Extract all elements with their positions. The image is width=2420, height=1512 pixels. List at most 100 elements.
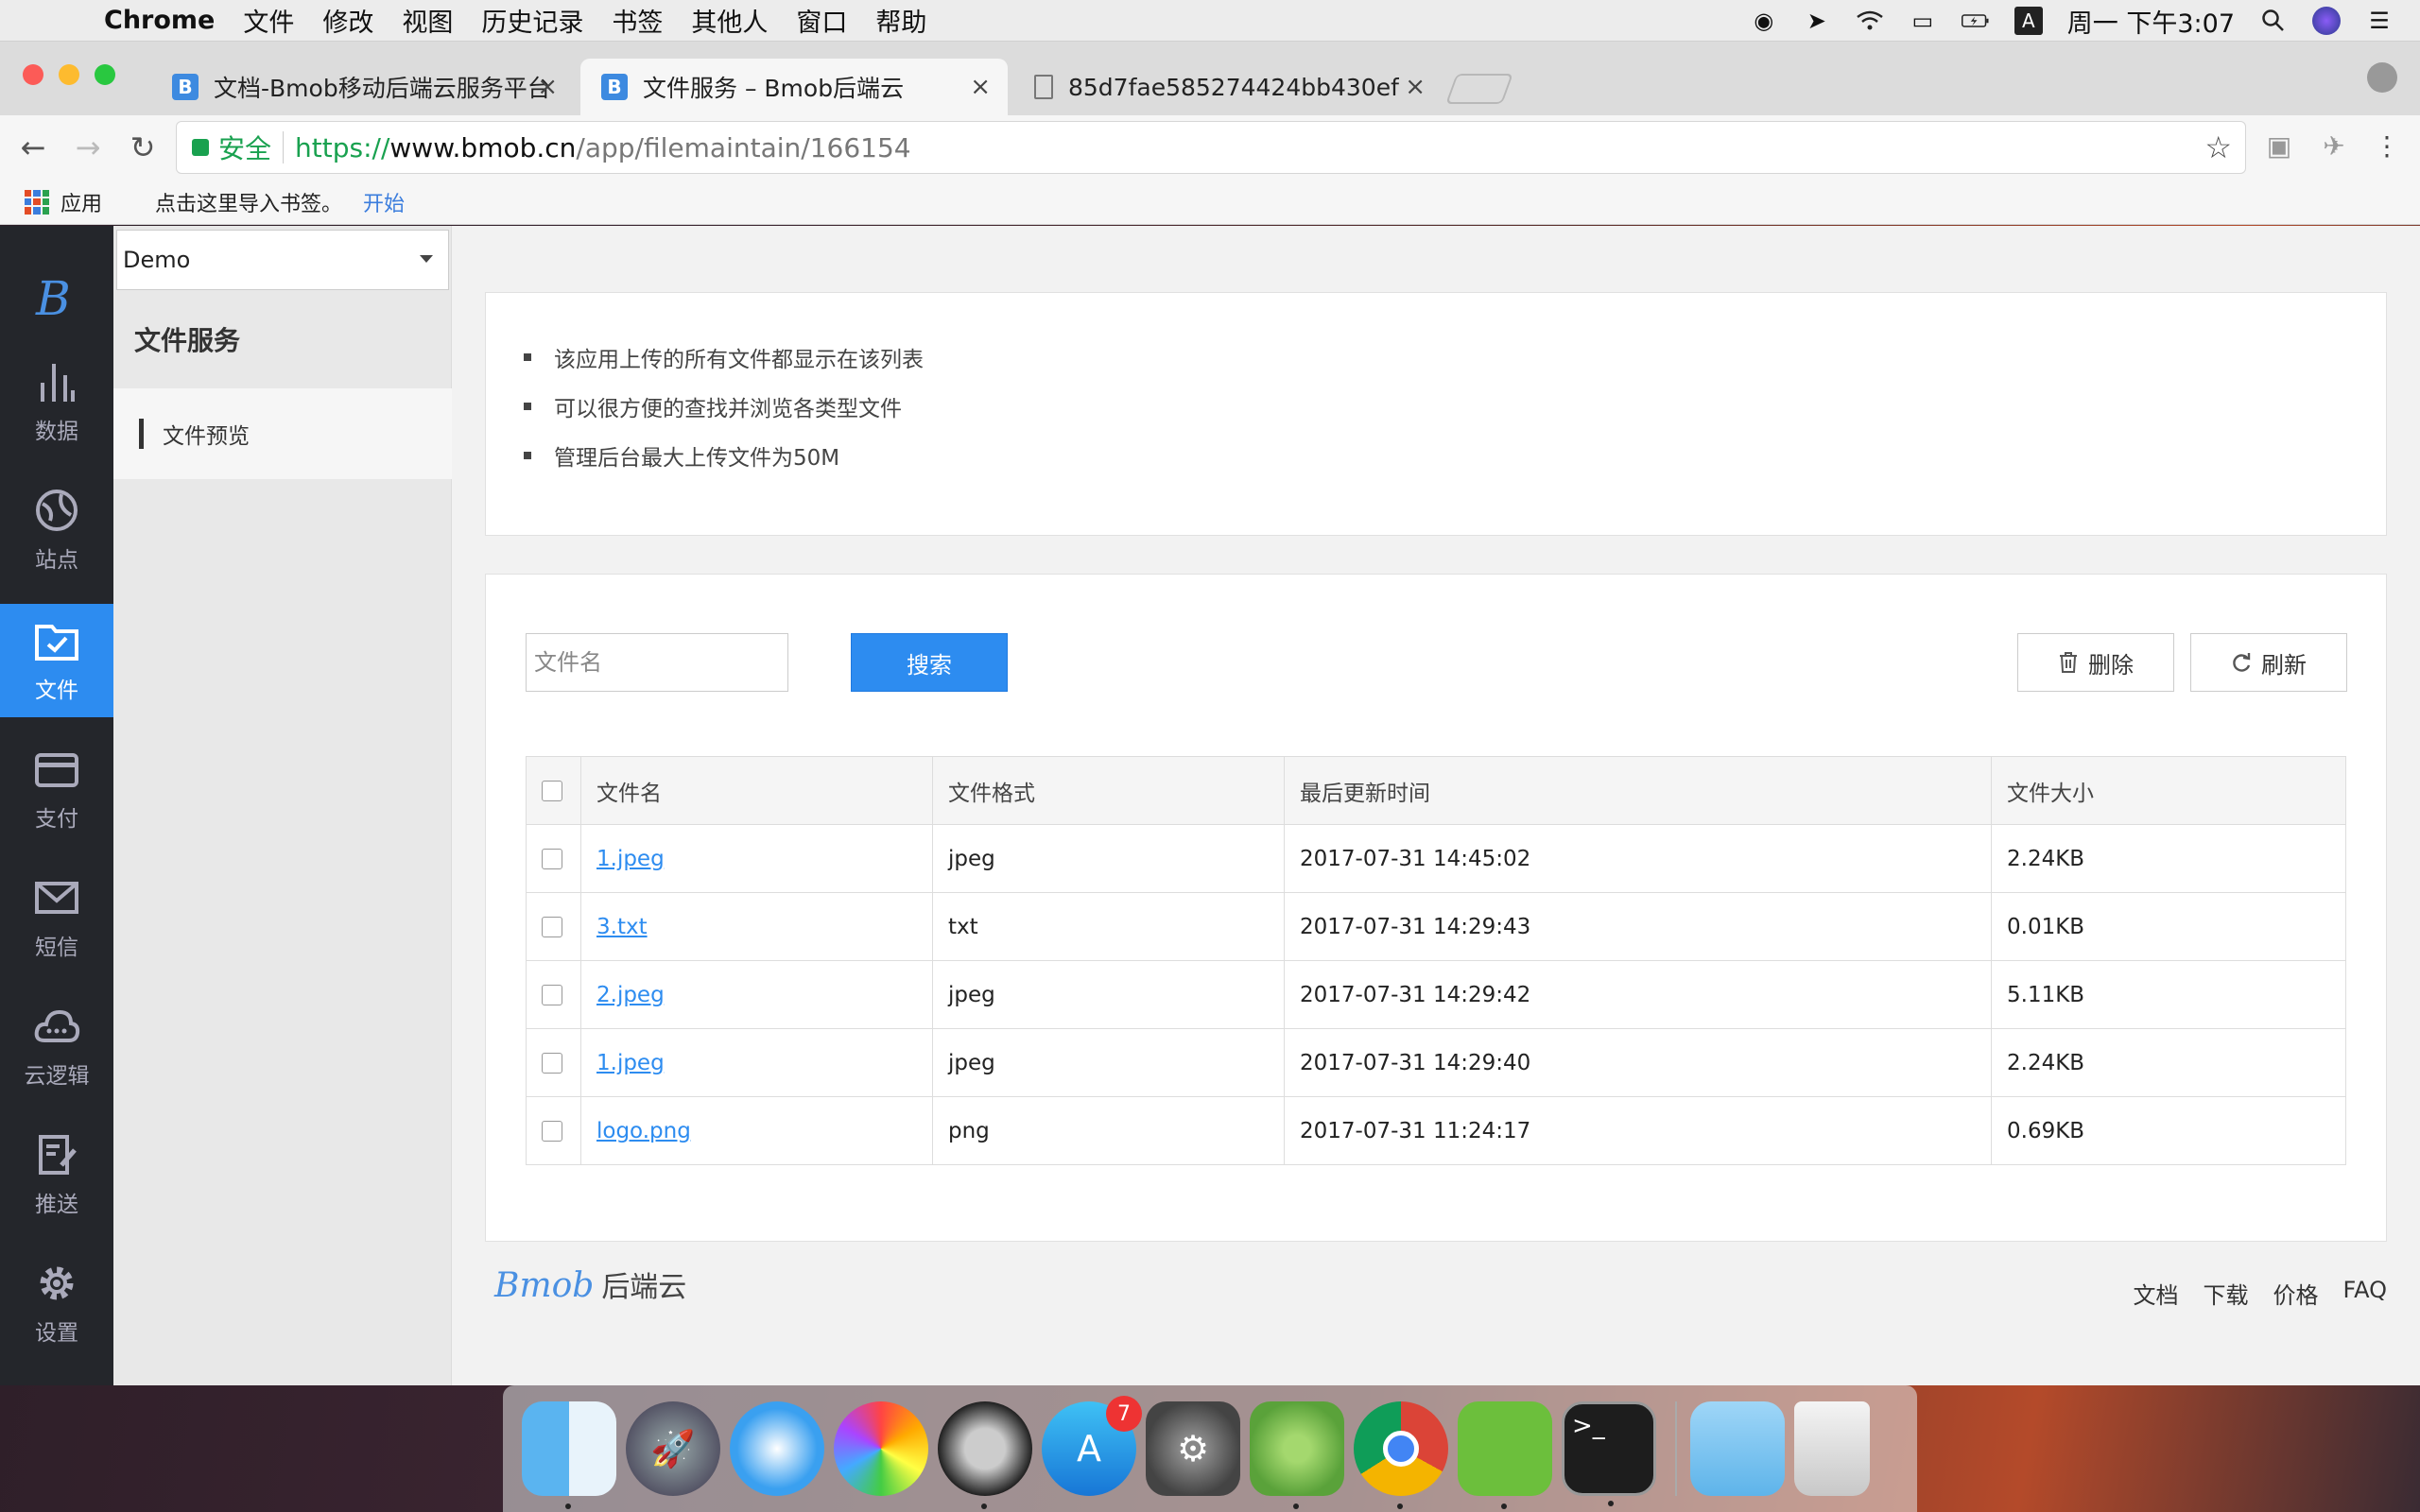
refresh-button-label: 刷新 (2261, 651, 2307, 679)
row-checkbox-cell (526, 1028, 581, 1097)
safari-icon[interactable] (730, 1401, 824, 1496)
quicktime-icon[interactable] (938, 1401, 1032, 1509)
tab-close-icon[interactable]: × (537, 73, 558, 101)
chrome-icon[interactable] (1354, 1401, 1448, 1509)
menu-window[interactable]: 窗口 (796, 2, 847, 39)
footer-brand-logo[interactable]: Bmob 后端云 (494, 1263, 686, 1305)
column-header-filename[interactable]: 文件名 (580, 756, 933, 825)
row-checkbox[interactable] (542, 916, 562, 937)
sidebar-item-sms[interactable]: 短信 (0, 861, 113, 974)
address-bar[interactable]: 安全 https:// www.bmob.cn /app/filemaintai… (176, 121, 2246, 174)
launchpad-icon[interactable]: 🚀 (626, 1401, 720, 1496)
push-edit-icon (39, 1135, 77, 1175)
column-header-updated[interactable]: 最后更新时间 (1284, 756, 1992, 825)
row-checkbox[interactable] (542, 1052, 562, 1074)
zoom-window-button[interactable] (95, 64, 115, 85)
tab-bmob-docs[interactable]: B 文档-Bmob移动后端云服务平台 × (151, 59, 575, 115)
row-checkbox[interactable] (542, 1120, 562, 1142)
file-link[interactable]: logo.png (596, 1119, 691, 1143)
spotlight-search-icon[interactable] (2259, 7, 2288, 35)
terminal-icon[interactable]: >_ (1562, 1401, 1656, 1506)
select-all-checkbox[interactable] (542, 780, 562, 801)
footer-link-pricing[interactable]: 价格 (2273, 1277, 2319, 1310)
back-arrow-icon[interactable]: ← (6, 129, 60, 165)
input-source-indicator[interactable]: A (2014, 7, 2043, 35)
footer-link-faq[interactable]: FAQ (2343, 1277, 2388, 1310)
search-button[interactable]: 搜索 (851, 633, 1008, 692)
siri-icon[interactable] (2312, 7, 2341, 35)
row-checkbox[interactable] (542, 984, 562, 1005)
format-cell: txt (932, 892, 1285, 961)
close-window-button[interactable] (23, 64, 43, 85)
menu-view[interactable]: 视图 (402, 2, 453, 39)
notification-center-icon[interactable]: ☰ (2365, 7, 2394, 35)
refresh-button[interactable]: 刷新 (2190, 633, 2347, 692)
bookmark-start-link[interactable]: 开始 (363, 187, 405, 217)
sidebar-item-cloud-logic[interactable]: 云逻辑 (0, 989, 113, 1103)
android-extension-icon[interactable]: ▣ (2263, 130, 2295, 163)
filename-search-input[interactable] (526, 633, 788, 692)
running-indicator (1608, 1501, 1614, 1506)
tab-close-icon[interactable]: × (970, 73, 991, 101)
reload-icon[interactable]: ↻ (115, 129, 170, 165)
menu-file[interactable]: 文件 (243, 2, 294, 39)
system-preferences-icon[interactable]: ⚙ (1146, 1401, 1240, 1496)
menu-help[interactable]: 帮助 (875, 2, 926, 39)
menubar-clock[interactable]: 周一 下午3:07 (2067, 3, 2235, 40)
menu-people[interactable]: 其他人 (691, 2, 768, 39)
wifi-icon[interactable] (1856, 7, 1884, 35)
footer-link-download[interactable]: 下载 (2204, 1277, 2249, 1310)
bookmark-star-icon[interactable]: ☆ (2204, 129, 2232, 165)
delete-button[interactable]: 删除 (2017, 633, 2174, 692)
android-studio-icon[interactable] (1250, 1401, 1344, 1509)
forward-arrow-icon[interactable]: → (60, 129, 115, 165)
sidebar-item-data[interactable]: 数据 (0, 345, 113, 458)
menu-bookmarks[interactable]: 书签 (612, 2, 663, 39)
menu-edit[interactable]: 修改 (322, 2, 373, 39)
tab-file-service[interactable]: B 文件服务 – Bmob后端云 × (580, 59, 1008, 115)
footer-link-docs[interactable]: 文档 (2134, 1277, 2179, 1310)
record-icon[interactable]: ◉ (1750, 7, 1778, 35)
trash-icon[interactable] (1794, 1401, 1870, 1496)
genymotion-icon[interactable] (1458, 1401, 1552, 1509)
send-icon[interactable]: ➤ (1803, 7, 1831, 35)
airplay-icon[interactable]: ▭ (1909, 7, 1937, 35)
bookmark-apps[interactable]: 应用 (60, 187, 102, 217)
chrome-menu-icon[interactable]: ⋮ (2371, 130, 2403, 163)
file-link[interactable]: 3.txt (596, 915, 648, 939)
menu-history[interactable]: 历史记录 (481, 2, 583, 39)
tab-file-hash[interactable]: 85d7fae585274424bb430efc × (1013, 59, 1443, 115)
file-link[interactable]: 1.jpeg (596, 847, 665, 871)
row-checkbox[interactable] (542, 848, 562, 869)
minimize-window-button[interactable] (59, 64, 79, 85)
app-store-icon[interactable]: A7 (1042, 1396, 1142, 1496)
finder-icon[interactable] (522, 1401, 616, 1509)
subnav-item-file-preview[interactable]: 文件预览 (113, 388, 452, 479)
new-tab-button[interactable] (1445, 74, 1513, 104)
file-link[interactable]: 2.jpeg (596, 983, 665, 1007)
sidebar-item-push[interactable]: 推送 (0, 1118, 113, 1231)
photos-icon[interactable] (834, 1401, 928, 1496)
column-header-format[interactable]: 文件格式 (932, 756, 1285, 825)
file-link[interactable]: 1.jpeg (596, 1051, 665, 1075)
app-selector[interactable]: Demo (116, 230, 449, 290)
sidebar-item-payment[interactable]: 支付 (0, 732, 113, 846)
sidebar-item-file[interactable]: 文件 (0, 604, 113, 717)
column-header-size[interactable]: 文件大小 (1991, 756, 2346, 825)
main-sidebar: B 数据 站点 文件 支付 短信 云逻辑 推送 设置 (0, 226, 113, 1385)
folder-icon[interactable] (1690, 1401, 1785, 1496)
file-list-panel: 搜索 删除 刷新 文件名 文件格式 最后更新时间 文件大小 (485, 574, 2387, 1242)
menu-app-name[interactable]: Chrome (104, 6, 215, 35)
security-label[interactable]: 安全 (218, 129, 271, 166)
row-checkbox-cell (526, 1096, 581, 1165)
table-row: 3.txt txt 2017-07-31 14:29:43 0.01KB (526, 892, 2346, 961)
macos-menubar: Chrome 文件 修改 视图 历史记录 书签 其他人 窗口 帮助 ◉ ➤ ▭ … (0, 0, 2420, 42)
battery-icon[interactable] (1961, 7, 1990, 35)
profile-avatar-icon[interactable] (2367, 62, 2397, 93)
apps-grid-icon[interactable] (25, 189, 49, 215)
tab-close-icon[interactable]: × (1405, 73, 1426, 101)
sidebar-item-site[interactable]: 站点 (0, 473, 113, 587)
sidebar-item-settings[interactable]: 设置 (0, 1246, 113, 1360)
extension-plane-icon[interactable]: ✈ (2318, 130, 2350, 163)
bmob-logo[interactable]: B (36, 271, 71, 326)
